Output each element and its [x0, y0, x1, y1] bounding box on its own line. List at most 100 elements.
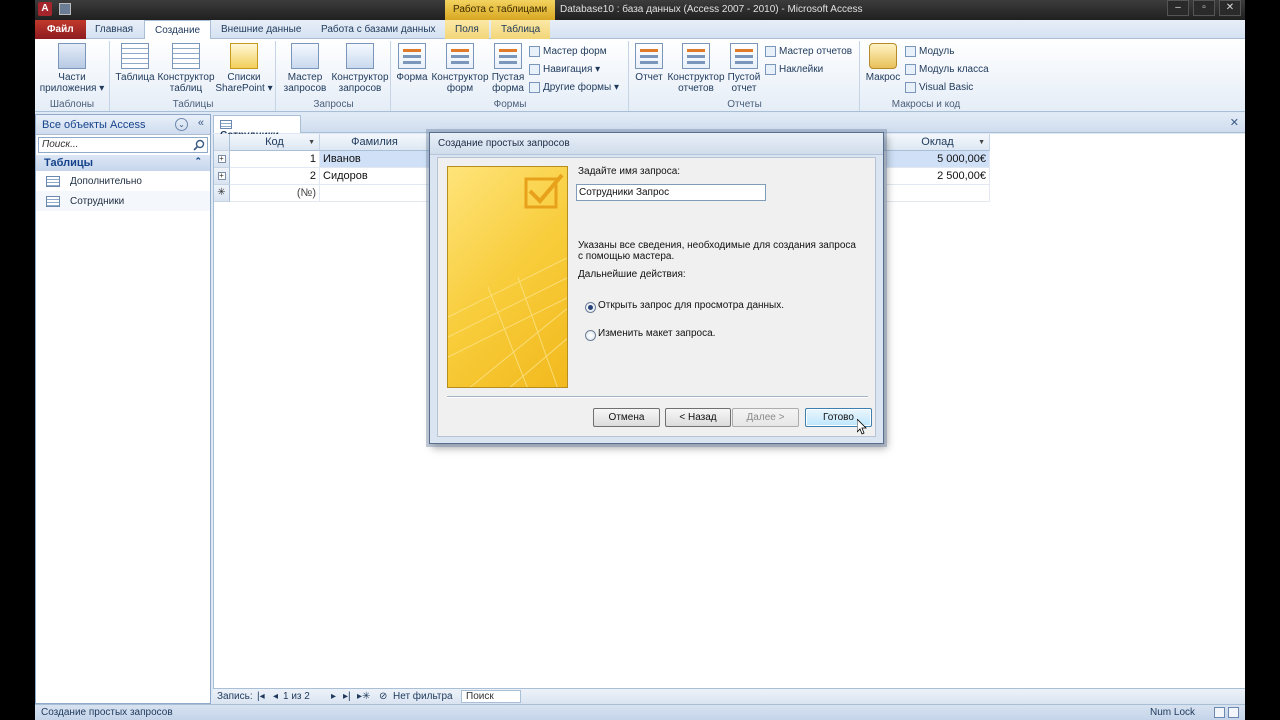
- select-all-corner[interactable]: [214, 134, 230, 151]
- cell-surname[interactable]: Иванов: [320, 151, 430, 168]
- form-wizard-icon: [529, 46, 540, 57]
- group-forms-label: Формы: [493, 99, 527, 110]
- navigation-search-placeholder: Поиск...: [42, 139, 79, 150]
- cell-code[interactable]: 2: [230, 168, 320, 185]
- modify-query-radio[interactable]: [585, 330, 596, 341]
- access-app-icon[interactable]: A: [38, 2, 52, 16]
- group-queries-label: Запросы: [313, 99, 354, 110]
- next-record-button[interactable]: ▸: [331, 691, 336, 702]
- macro-button[interactable]: Макрос: [863, 43, 903, 83]
- cell-new-code[interactable]: (№): [230, 185, 320, 202]
- expand-plus-icon[interactable]: +: [217, 172, 226, 180]
- new-record-button[interactable]: ▸✳: [357, 691, 370, 702]
- navigation-search-input[interactable]: Поиск...: [38, 137, 208, 153]
- tables-section-header[interactable]: Таблицы ⌃: [36, 155, 210, 171]
- navigation-pane-title: Все объекты Access: [42, 119, 146, 131]
- query-wizard-button[interactable]: Мастер запросов: [279, 43, 331, 94]
- form-wizard-button[interactable]: Мастер форм: [529, 46, 607, 57]
- application-parts-button[interactable]: Части приложения ▾: [39, 43, 105, 94]
- chevron-up-icon[interactable]: ⌃: [194, 156, 202, 167]
- datasheet-view-icon[interactable]: [1214, 707, 1225, 718]
- modify-query-label[interactable]: Изменить макет запроса.: [598, 328, 715, 339]
- tab-fields[interactable]: Поля: [445, 20, 489, 39]
- cell-new-salary[interactable]: [886, 185, 990, 202]
- other-forms-button[interactable]: Другие формы ▾: [529, 82, 619, 93]
- filter-status[interactable]: Нет фильтра: [393, 691, 453, 702]
- cancel-button[interactable]: Отмена: [593, 408, 660, 427]
- report-wizard-icon: [765, 46, 776, 57]
- module-icon: [905, 46, 916, 57]
- last-record-button[interactable]: ▸|: [343, 691, 351, 702]
- nav-item-dopolnitelno[interactable]: Дополнительно: [36, 171, 210, 191]
- maximize-button[interactable]: ▫: [1193, 0, 1215, 16]
- navigation-pane-header[interactable]: Все объекты Access ⌄ «: [36, 115, 210, 135]
- labels-button[interactable]: Наклейки: [765, 64, 823, 75]
- close-document-icon[interactable]: ✕: [1230, 116, 1239, 129]
- table-button[interactable]: Таблица: [113, 43, 157, 83]
- report-wizard-button[interactable]: Мастер отчетов: [765, 46, 852, 57]
- table-designer-button[interactable]: Конструктор таблиц: [157, 43, 215, 94]
- navigation-button[interactable]: Навигация ▾: [529, 64, 600, 75]
- row-selector[interactable]: +: [214, 151, 230, 168]
- design-view-icon[interactable]: [1228, 707, 1239, 718]
- record-position[interactable]: 1 из 2: [283, 691, 310, 702]
- column-header-code[interactable]: Код ▼: [230, 134, 320, 151]
- open-query-label[interactable]: Открыть запрос для просмотра данных.: [598, 300, 784, 311]
- simple-query-wizard-dialog: Создание простых запросов Задайте имя за…: [429, 132, 884, 444]
- blank-report-button[interactable]: Пустой отчет: [726, 43, 762, 94]
- cell-salary[interactable]: 5 000,00€: [886, 151, 990, 168]
- query-designer-button[interactable]: Конструктор запросов: [331, 43, 389, 94]
- query-designer-label: Конструктор запросов: [331, 72, 389, 94]
- row-selector[interactable]: +: [214, 168, 230, 185]
- first-record-button[interactable]: |◂: [257, 691, 265, 702]
- sort-arrow-icon[interactable]: ▼: [978, 134, 985, 151]
- table-designer-label: Конструктор таблиц: [157, 72, 215, 94]
- open-query-radio[interactable]: [585, 302, 596, 313]
- save-icon[interactable]: [59, 3, 71, 15]
- cell-salary[interactable]: 2 500,00€: [886, 168, 990, 185]
- cell-new-surname[interactable]: [320, 185, 430, 202]
- new-row-selector[interactable]: ✳: [214, 185, 230, 202]
- module-button[interactable]: Модуль: [905, 46, 954, 57]
- group-forms: Форма Конструктор форм Пустая форма Маст…: [392, 41, 629, 111]
- tab-external-data[interactable]: Внешние данные: [211, 20, 311, 39]
- application-parts-icon: [58, 43, 86, 69]
- tab-table[interactable]: Таблица: [491, 20, 551, 39]
- column-header-salary[interactable]: Оклад ▼: [886, 134, 990, 151]
- visual-basic-icon: [905, 82, 916, 93]
- next-button[interactable]: Далее >: [732, 408, 799, 427]
- group-templates: Части приложения ▾ Шаблоны: [35, 41, 110, 111]
- minimize-button[interactable]: –: [1167, 0, 1189, 16]
- collapse-pane-icon[interactable]: «: [198, 117, 204, 129]
- close-button[interactable]: ✕: [1219, 0, 1241, 16]
- sort-arrow-icon[interactable]: ▼: [308, 134, 315, 151]
- blank-form-button[interactable]: Пустая форма: [490, 43, 526, 94]
- query-name-input[interactable]: [576, 184, 766, 201]
- visual-basic-button[interactable]: Visual Basic: [905, 82, 973, 93]
- report-icon: [635, 43, 663, 69]
- record-search-input[interactable]: Поиск: [461, 690, 521, 703]
- sharepoint-lists-button[interactable]: Списки SharePoint ▾: [215, 43, 273, 94]
- cell-surname[interactable]: Сидоров: [320, 168, 430, 185]
- report-button[interactable]: Отчет: [632, 43, 666, 83]
- tab-file[interactable]: Файл: [35, 20, 86, 39]
- search-icon[interactable]: [193, 139, 205, 151]
- expand-plus-icon[interactable]: +: [217, 155, 226, 163]
- nav-item-sotrudniki[interactable]: Сотрудники: [36, 191, 210, 211]
- back-button[interactable]: < Назад: [665, 408, 731, 427]
- report-designer-button[interactable]: Конструктор отчетов: [666, 43, 726, 94]
- cell-code[interactable]: 1: [230, 151, 320, 168]
- column-header-surname[interactable]: Фамилия: [320, 134, 430, 151]
- tab-create[interactable]: Создание: [144, 20, 212, 40]
- tab-home[interactable]: Главная: [85, 20, 143, 39]
- chevron-down-icon[interactable]: ⌄: [175, 118, 188, 131]
- tab-sotrudniki[interactable]: Сотрудники: [213, 115, 301, 141]
- form-designer-button[interactable]: Конструктор форм: [430, 43, 490, 94]
- access-window: A Работа с таблицами Database10 : база д…: [35, 0, 1245, 720]
- visual-basic-label: Visual Basic: [919, 82, 974, 94]
- form-button[interactable]: Форма: [394, 43, 430, 83]
- filter-icon[interactable]: ⊘: [379, 691, 387, 702]
- class-module-button[interactable]: Модуль класса: [905, 64, 989, 75]
- tab-database-tools[interactable]: Работа с базами данных: [311, 20, 446, 39]
- previous-record-button[interactable]: ◂: [273, 691, 278, 702]
